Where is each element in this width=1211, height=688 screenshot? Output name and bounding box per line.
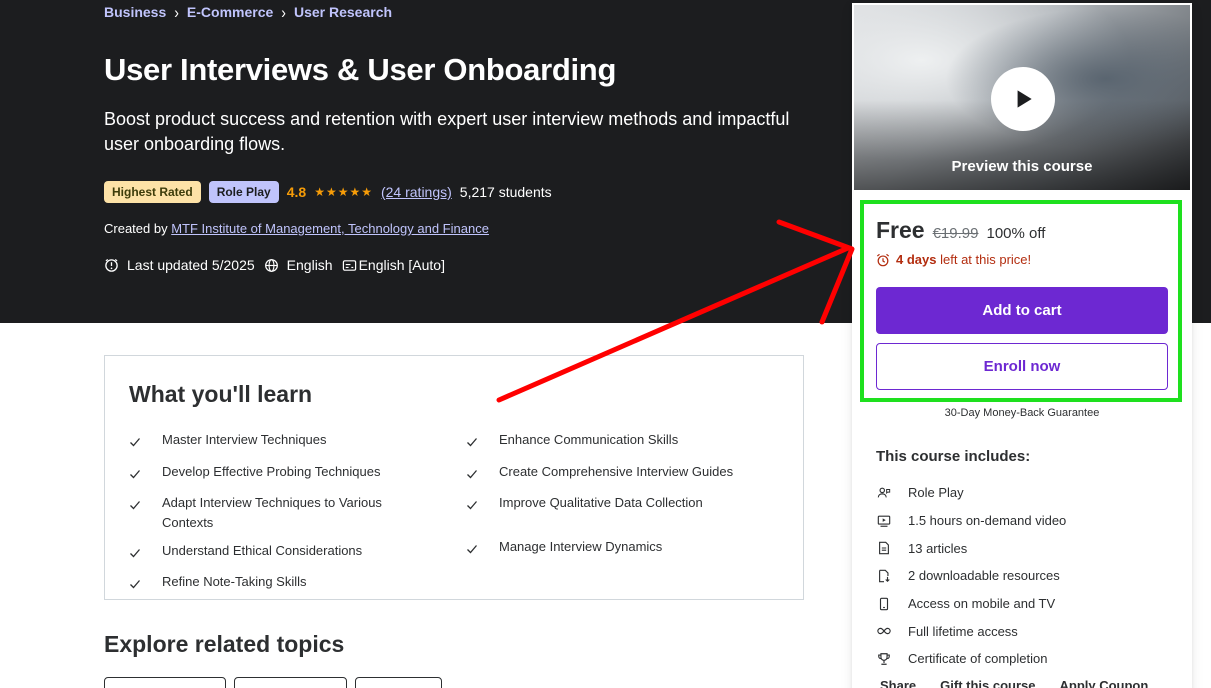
closed-captions-icon	[342, 259, 356, 271]
includes-title: This course includes:	[876, 448, 1031, 465]
learn-item-text: Understand Ethical Considerations	[162, 542, 363, 558]
check-icon	[129, 462, 162, 486]
gift-course-link[interactable]: Gift this course	[940, 678, 1035, 688]
learn-item-text: Enhance Communication Skills	[499, 432, 679, 447]
check-icon	[466, 462, 499, 486]
breadcrumb-user-research[interactable]: User Research	[294, 4, 392, 20]
article-icon	[876, 540, 892, 556]
last-updated-text: Last updated 5/2025	[127, 257, 255, 273]
learn-item-text: Manage Interview Dynamics	[499, 539, 663, 555]
list-item: Certificate of completion	[876, 645, 1066, 673]
share-actions: Share Gift this course Apply Coupon	[880, 678, 1148, 688]
play-button[interactable]	[991, 67, 1055, 131]
list-item: Adapt Interview Techniques to Various Co…	[129, 493, 429, 533]
include-label: Certificate of completion	[908, 651, 1048, 667]
check-icon	[466, 493, 499, 517]
topic-button[interactable]	[104, 677, 226, 688]
learn-item-text: Develop Effective Probing Techniques	[162, 463, 381, 479]
learn-item-text: Master Interview Techniques	[162, 432, 327, 447]
language: English	[264, 257, 333, 273]
learn-column-right: Enhance Communication Skills Create Comp…	[466, 430, 766, 569]
infinity-icon	[876, 623, 892, 639]
course-title: User Interviews & User Onboarding	[104, 52, 617, 87]
include-label: Access on mobile and TV	[908, 596, 1056, 612]
learn-item-text: Create Comprehensive Interview Guides	[499, 463, 734, 479]
list-item: 2 downloadable resources	[876, 562, 1066, 590]
breadcrumb-business[interactable]: Business	[104, 4, 166, 20]
learn-item-text: Refine Note-Taking Skills	[162, 574, 307, 590]
check-icon	[466, 537, 499, 561]
captions: English [Auto]	[342, 257, 445, 273]
role-play-icon	[876, 485, 892, 501]
check-icon	[466, 430, 499, 454]
money-back-guarantee: 30-Day Money-Back Guarantee	[944, 407, 1100, 419]
list-item: Access on mobile and TV	[876, 590, 1066, 618]
chevron-right-icon: ›	[281, 2, 286, 22]
learn-title: What you'll learn	[129, 381, 313, 407]
list-item: Improve Qualitative Data Collection	[466, 493, 766, 517]
star-rating-icon: ★★★★★	[314, 185, 373, 199]
topic-button[interactable]	[234, 677, 347, 688]
include-label: Full lifetime access	[908, 623, 1018, 639]
check-icon	[129, 493, 162, 517]
topic-button[interactable]	[355, 677, 442, 688]
list-item: Enhance Communication Skills	[466, 430, 766, 454]
mobile-icon	[876, 596, 892, 612]
include-label: 2 downloadable resources	[908, 568, 1060, 584]
list-item: Create Comprehensive Interview Guides	[466, 462, 766, 486]
download-icon	[876, 568, 892, 584]
list-item: Understand Ethical Considerations	[129, 541, 429, 565]
rating-value: 4.8	[286, 184, 307, 200]
include-label: 13 articles	[908, 540, 968, 556]
highest-rated-badge: Highest Rated	[104, 181, 201, 203]
created-by-label: Created by	[104, 221, 168, 236]
course-subtitle: Boost product success and retention with…	[104, 109, 790, 154]
apply-coupon-link[interactable]: Apply Coupon	[1060, 678, 1149, 688]
list-item: Refine Note-Taking Skills	[129, 572, 429, 596]
list-item: Full lifetime access	[876, 617, 1066, 645]
list-item: Master Interview Techniques	[129, 430, 429, 454]
share-link[interactable]: Share	[880, 678, 916, 688]
course-meta: Highest Rated Role Play 4.8 ★★★★★ (24 ra…	[104, 181, 552, 203]
preview-label: Preview this course	[951, 158, 1093, 175]
alert-clock-icon	[105, 258, 118, 272]
captions-text: English [Auto]	[358, 257, 445, 273]
check-icon	[129, 541, 162, 565]
check-icon	[129, 572, 162, 596]
learn-column-left: Master Interview Techniques Develop Effe…	[129, 430, 429, 604]
breadcrumb: Business › E-Commerce › User Research	[104, 2, 392, 22]
language-text: English	[286, 257, 333, 273]
highlight-box	[860, 200, 1182, 402]
list-item: Manage Interview Dynamics	[466, 537, 766, 561]
students-count: 5,217 students	[459, 184, 552, 200]
include-label: 1.5 hours on-demand video	[908, 513, 1067, 529]
breadcrumb-ecommerce[interactable]: E-Commerce	[187, 4, 273, 20]
chevron-right-icon: ›	[174, 2, 179, 22]
check-icon	[129, 430, 162, 454]
explore-title: Explore related topics	[104, 631, 345, 657]
list-item: Develop Effective Probing Techniques	[129, 462, 429, 486]
ratings-count-link[interactable]: (24 ratings)	[381, 184, 452, 200]
play-icon	[1017, 90, 1032, 108]
instructor-link[interactable]: MTF Institute of Management, Technology …	[171, 221, 489, 236]
course-preview[interactable]: Preview this course	[854, 5, 1190, 190]
course-info: Last updated 5/2025 English English [Aut…	[104, 257, 454, 273]
created-by: Created by MTF Institute of Management, …	[104, 221, 489, 236]
video-icon	[876, 513, 892, 529]
learn-item-text: Improve Qualitative Data Collection	[499, 495, 703, 511]
list-item: 13 articles	[876, 534, 1066, 562]
trophy-icon	[876, 651, 892, 667]
learn-item-text: Adapt Interview Techniques to Various Co…	[162, 495, 382, 531]
list-item: Role Play	[876, 479, 1066, 507]
what-youll-learn: What you'll learn Master Interview Techn…	[104, 355, 804, 600]
includes-list: Role Play 1.5 hours on-demand video 13 a…	[876, 479, 1066, 673]
role-play-badge: Role Play	[208, 181, 279, 203]
list-item: 1.5 hours on-demand video	[876, 507, 1066, 535]
include-label: Role Play	[908, 485, 964, 501]
last-updated: Last updated 5/2025	[104, 257, 255, 273]
globe-icon	[264, 258, 278, 272]
